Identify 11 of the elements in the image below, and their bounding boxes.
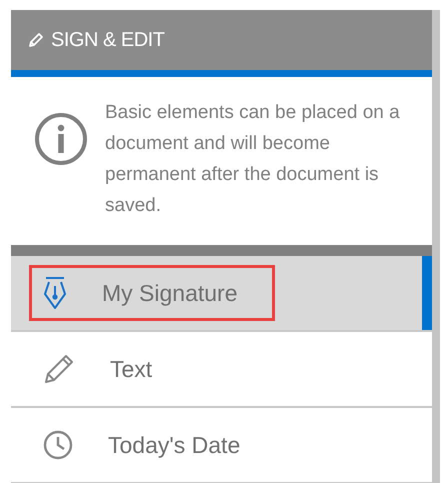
info-icon: [33, 111, 89, 167]
pencil-icon: [27, 31, 45, 49]
tool-label: Text: [110, 356, 152, 382]
tool-label: My Signature: [102, 280, 238, 306]
clock-icon: [42, 429, 74, 461]
panel-title: SIGN & EDIT: [51, 28, 164, 52]
info-text: Basic elements can be placed on a document and will become permanent after the document is saved.: [105, 101, 401, 218]
pen-nib-icon: [42, 276, 68, 310]
tool-item[interactable]: My Signature: [11, 256, 432, 332]
pencil-icon: [42, 352, 76, 386]
tool-label: Today's Date: [108, 432, 240, 458]
